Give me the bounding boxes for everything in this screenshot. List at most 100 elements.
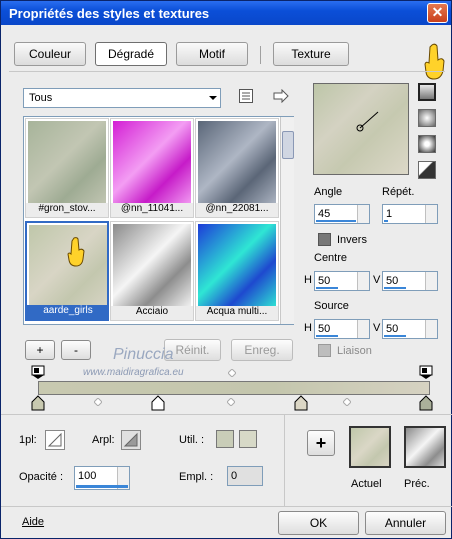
gradient-label: @nn_11041... [111,203,193,217]
watermark-url: www.maidiragrafica.eu [83,367,184,378]
invert-label: Invers [337,234,367,246]
gradient-swatch [113,121,191,205]
angle-slider-bar[interactable] [316,220,356,222]
gradient-item[interactable]: #gron_stov... [25,118,109,218]
color-stop-icon[interactable] [151,395,165,411]
tab-degrade[interactable]: Dégradé [95,42,167,66]
tab-motif[interactable]: Motif [176,42,248,66]
used-color-swatch[interactable] [239,430,257,448]
location-value: 0 [231,470,238,482]
tab-couleur[interactable]: Couleur [14,42,86,66]
library-scrollbar[interactable] [280,117,294,324]
add-gradient-button[interactable]: + [25,340,55,360]
used-colors-label: Util. : [179,434,205,446]
tab-separator [260,46,261,64]
color-stop-icon[interactable] [31,395,45,411]
location-label: Empl. : [179,471,214,483]
source-v-slider-bar[interactable] [384,335,406,337]
source-h-slider-bar[interactable] [316,335,338,337]
source-v-value: 50 [386,323,399,335]
center-v-slider-bar[interactable] [384,287,406,289]
rectangular-style-button[interactable] [418,109,436,127]
repeat-slider-bar[interactable] [384,220,388,222]
triangle-corner-icon [123,432,138,447]
sunburst-style-button[interactable] [418,135,436,153]
arrow-right-icon[interactable] [273,89,289,103]
radial-style-button[interactable] [418,161,436,179]
center-h-label: H [304,274,312,286]
location-field[interactable]: 0 [227,466,263,486]
close-button[interactable]: ✕ [427,3,448,23]
midpoint-diamond-icon[interactable] [228,369,236,377]
chevron-down-icon [209,96,217,100]
background-swatch[interactable] [121,430,141,450]
spinner-arrows-icon[interactable] [357,320,369,338]
center-h-value: 50 [318,275,331,287]
remove-gradient-button[interactable]: - [61,340,91,360]
link-checkbox[interactable] [318,344,331,357]
tab-bar: Couleur Dégradé Motif Texture [14,42,354,66]
gradient-editor-bar[interactable] [38,381,430,395]
center-v-spinner[interactable]: 50 [382,271,438,291]
scrollbar-thumb[interactable] [282,131,294,159]
category-select[interactable]: Tous [23,88,221,108]
center-h-spinner[interactable]: 50 [314,271,370,291]
gradient-item[interactable]: Acciaio [110,221,194,321]
source-h-value: 50 [318,323,331,335]
repeat-label: Répét. [382,186,415,198]
previous-label: Préc. [404,478,430,490]
opacity-spinner[interactable]: 100 [74,466,130,490]
source-h-spinner[interactable]: 50 [314,319,370,339]
current-gradient-swatch[interactable] [349,426,391,468]
gradient-item[interactable]: @nn_22081... [195,118,279,218]
help-link[interactable]: Aide [22,516,44,528]
source-v-spinner[interactable]: 50 [382,319,438,339]
watermark-name: Pinuccia [113,346,174,363]
save-button[interactable]: Enreg. [231,339,293,361]
cancel-button[interactable]: Annuler [365,511,446,535]
spinner-arrows-icon[interactable] [425,205,437,223]
gradient-library: #gron_stov... @nn_11041... @nn_22081... … [23,116,294,325]
midpoint-diamond-icon[interactable] [94,398,102,406]
ok-button[interactable]: OK [278,511,359,535]
gradient-item-selected[interactable]: aarde_girls [25,221,109,321]
used-color-swatch[interactable] [216,430,234,448]
spinner-arrows-icon[interactable] [357,205,369,223]
background-plane-label: Arpl: [92,434,115,446]
center-v-label: V [373,274,381,286]
angle-spinner[interactable]: 45 [314,204,370,224]
gradient-item[interactable]: @nn_11041... [110,118,194,218]
tab-texture[interactable]: Texture [273,42,349,66]
midpoint-diamond-icon[interactable] [343,398,351,406]
current-label: Actuel [351,478,382,490]
invert-checkbox[interactable] [318,233,331,246]
gradient-label: #gron_stov... [26,203,108,217]
triangle-corner-icon [47,432,62,447]
gradient-item[interactable]: Acqua multi... [195,221,279,321]
spinner-arrows-icon[interactable] [425,272,437,290]
repeat-spinner[interactable]: 1 [382,204,438,224]
gradient-preview[interactable] [313,83,409,175]
opacity-slider-bar[interactable] [76,485,128,488]
center-v-value: 50 [386,275,399,287]
opacity-stop-icon[interactable] [419,365,433,379]
list-view-icon[interactable] [238,88,254,104]
angle-label: Angle [314,186,343,198]
gradient-swatch [28,121,106,205]
color-stop-icon[interactable] [294,395,308,411]
spinner-arrows-icon[interactable] [425,320,437,338]
gradient-swatch [113,224,191,308]
opacity-value: 100 [78,470,97,482]
opacity-stop-icon[interactable] [31,365,45,379]
spinner-arrows-icon[interactable] [357,272,369,290]
color-stop-icon[interactable] [419,395,433,411]
gradient-swatch [198,121,276,205]
linear-style-button[interactable] [418,83,436,101]
editor-divider [1,414,452,415]
center-h-slider-bar[interactable] [316,287,338,289]
tab-divider [9,71,445,72]
foreground-swatch[interactable] [45,430,65,450]
previous-gradient-swatch[interactable] [404,426,446,468]
midpoint-diamond-icon[interactable] [227,398,235,406]
add-swatch-button[interactable]: + [307,430,335,456]
